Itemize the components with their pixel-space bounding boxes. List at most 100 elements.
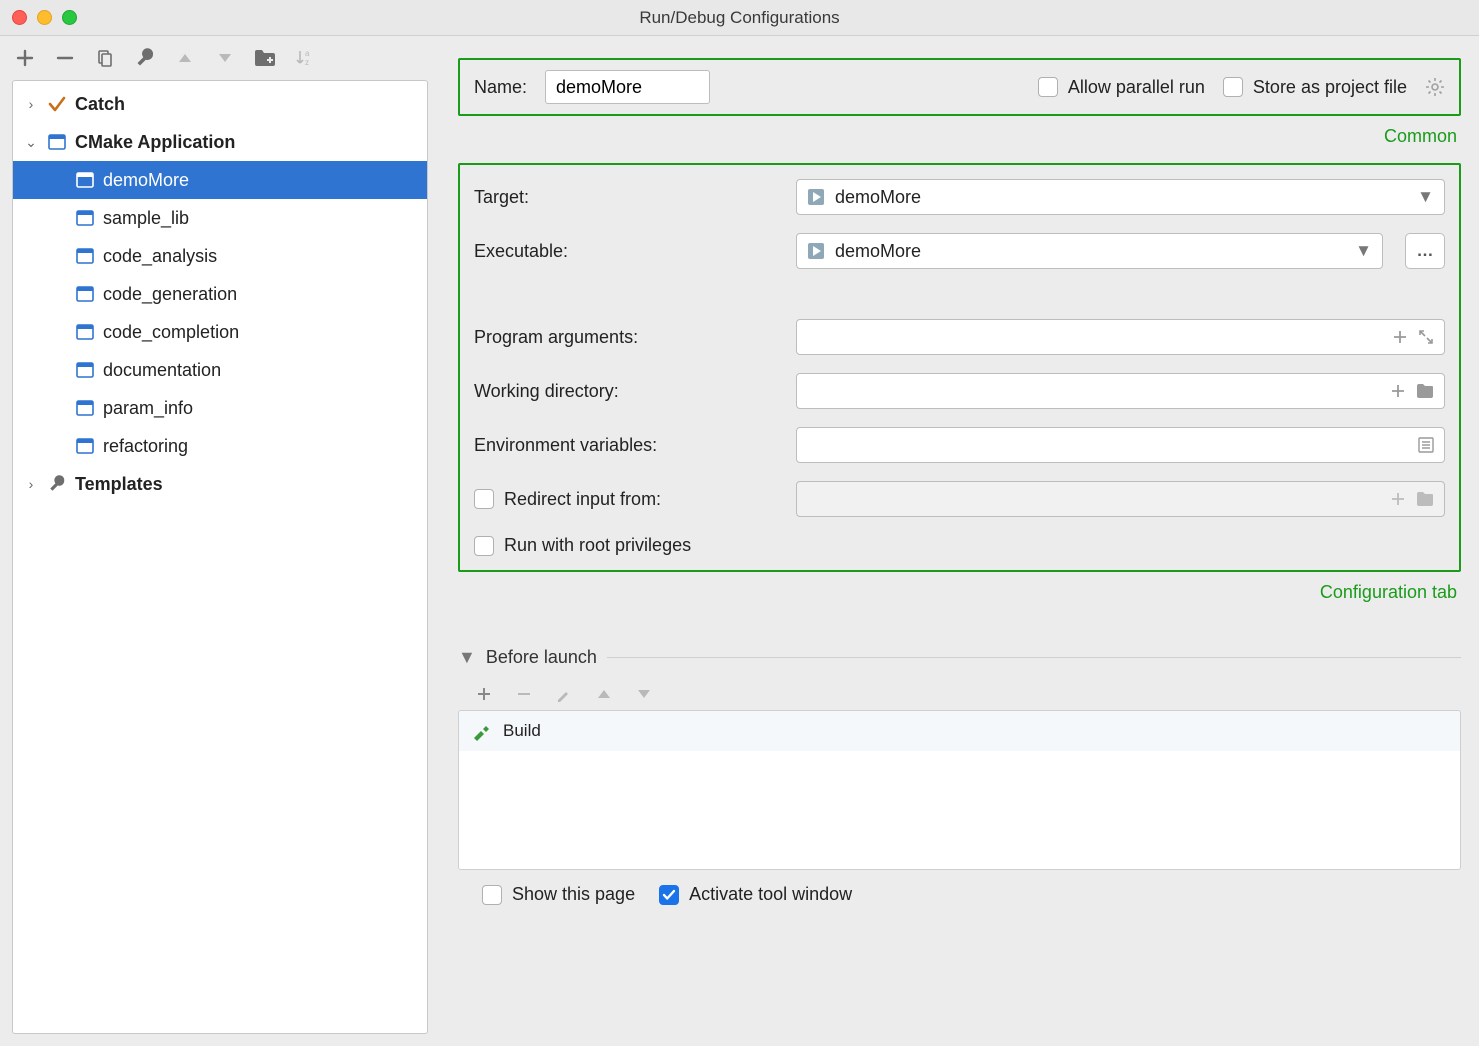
gear-icon[interactable]: [1425, 77, 1445, 97]
app-icon: [75, 399, 95, 417]
show-page-checkbox[interactable]: Show this page: [482, 884, 635, 905]
remove-config-button[interactable]: [54, 47, 76, 69]
list-icon[interactable]: [1418, 437, 1434, 453]
executable-value: demoMore: [835, 241, 1345, 262]
main-panel: Name: Allow parallel run Store as projec…: [440, 36, 1479, 1046]
sidebar-toolbar: az: [0, 36, 440, 80]
add-task-button[interactable]: [474, 684, 494, 704]
tree-item-demomore[interactable]: demoMore: [13, 161, 427, 199]
activate-tool-window-label: Activate tool window: [689, 884, 852, 905]
tree-item[interactable]: code_completion: [13, 313, 427, 351]
app-icon: [75, 437, 95, 455]
tree-item[interactable]: documentation: [13, 351, 427, 389]
tree-item[interactable]: refactoring: [13, 427, 427, 465]
checkbox-icon: [1223, 77, 1243, 97]
app-icon: [75, 247, 95, 265]
tree-item-label: demoMore: [103, 170, 189, 191]
target-label: Target:: [474, 187, 784, 208]
target-combo[interactable]: demoMore ▼: [796, 179, 1445, 215]
folder-icon[interactable]: [1416, 383, 1434, 399]
chevron-down-icon: ⌄: [23, 134, 39, 151]
working-dir-input[interactable]: [796, 373, 1445, 409]
tree-item[interactable]: param_info: [13, 389, 427, 427]
caret-down-icon: ▼: [1355, 241, 1372, 261]
tree-group-catch[interactable]: › Catch: [13, 85, 427, 123]
env-vars-input[interactable]: [796, 427, 1445, 463]
folder-button[interactable]: [254, 47, 276, 69]
executable-combo[interactable]: demoMore ▼: [796, 233, 1383, 269]
common-section: Name: Allow parallel run Store as projec…: [458, 58, 1461, 116]
app-icon: [75, 209, 95, 227]
checkbox-icon: [1038, 77, 1058, 97]
name-input[interactable]: [545, 70, 710, 104]
collapse-icon[interactable]: ▼: [458, 647, 476, 668]
app-icon: [47, 133, 67, 151]
before-launch-item[interactable]: Build: [459, 711, 1460, 751]
tree-group-label: Catch: [75, 94, 125, 115]
tree-item-label: refactoring: [103, 436, 188, 457]
move-task-up-button[interactable]: [594, 684, 614, 704]
plus-icon: [1390, 491, 1406, 507]
app-icon: [75, 285, 95, 303]
hammer-icon: [471, 721, 491, 741]
tree-item-label: sample_lib: [103, 208, 189, 229]
before-launch-section: ▼ Before launch Build Show: [458, 647, 1461, 905]
chevron-right-icon: ›: [23, 476, 39, 492]
plus-icon[interactable]: [1392, 329, 1408, 345]
before-launch-item-label: Build: [503, 721, 541, 741]
tree-group-cmake[interactable]: ⌄ CMake Application: [13, 123, 427, 161]
before-launch-title: Before launch: [486, 647, 597, 668]
plus-icon[interactable]: [1390, 383, 1406, 399]
before-launch-list[interactable]: Build: [458, 710, 1461, 870]
executable-label: Executable:: [474, 241, 784, 262]
redirect-input-field: [796, 481, 1445, 517]
store-project-checkbox[interactable]: Store as project file: [1223, 77, 1407, 98]
move-up-button[interactable]: [174, 47, 196, 69]
tree-item-label: documentation: [103, 360, 221, 381]
remove-task-button[interactable]: [514, 684, 534, 704]
checkbox-icon: [474, 489, 494, 509]
caret-down-icon: ▼: [1417, 187, 1434, 207]
program-args-input[interactable]: [796, 319, 1445, 355]
run-root-checkbox[interactable]: Run with root privileges: [474, 535, 691, 556]
activate-tool-window-checkbox[interactable]: Activate tool window: [659, 884, 852, 905]
add-config-button[interactable]: [14, 47, 36, 69]
window-title: Run/Debug Configurations: [0, 8, 1479, 28]
redirect-input-checkbox[interactable]: Redirect input from:: [474, 489, 784, 510]
redirect-input-label: Redirect input from:: [504, 489, 661, 510]
tree-group-label: CMake Application: [75, 132, 235, 153]
move-down-button[interactable]: [214, 47, 236, 69]
tree-item[interactable]: code_generation: [13, 275, 427, 313]
tree-item[interactable]: code_analysis: [13, 237, 427, 275]
app-icon: [75, 361, 95, 379]
configuration-section: Target: demoMore ▼ Executable: demoMore …: [458, 163, 1461, 572]
tree-group-templates[interactable]: › Templates: [13, 465, 427, 503]
sort-button[interactable]: az: [294, 47, 316, 69]
tree-item-label: param_info: [103, 398, 193, 419]
catch-icon: [47, 95, 67, 113]
allow-parallel-checkbox[interactable]: Allow parallel run: [1038, 77, 1205, 98]
tree-item[interactable]: sample_lib: [13, 199, 427, 237]
config-tree[interactable]: › Catch ⌄ CMake Application demoMore: [12, 80, 428, 1034]
app-icon: [75, 171, 95, 189]
store-project-label: Store as project file: [1253, 77, 1407, 98]
copy-config-button[interactable]: [94, 47, 116, 69]
checkbox-checked-icon: [659, 885, 679, 905]
move-task-down-button[interactable]: [634, 684, 654, 704]
target-value: demoMore: [835, 187, 1407, 208]
edit-templates-button[interactable]: [134, 47, 156, 69]
edit-task-button[interactable]: [554, 684, 574, 704]
tree-item-label: code_completion: [103, 322, 239, 343]
folder-icon: [1416, 491, 1434, 507]
tree-item-label: code_analysis: [103, 246, 217, 267]
name-label: Name:: [474, 77, 527, 98]
expand-icon[interactable]: [1418, 329, 1434, 345]
app-icon: [75, 323, 95, 341]
run-icon: [807, 188, 825, 206]
svg-text:z: z: [305, 58, 309, 67]
tree-item-label: code_generation: [103, 284, 237, 305]
run-icon: [807, 242, 825, 260]
allow-parallel-label: Allow parallel run: [1068, 77, 1205, 98]
common-caption: Common: [458, 126, 1457, 147]
browse-executable-button[interactable]: …: [1405, 233, 1445, 269]
